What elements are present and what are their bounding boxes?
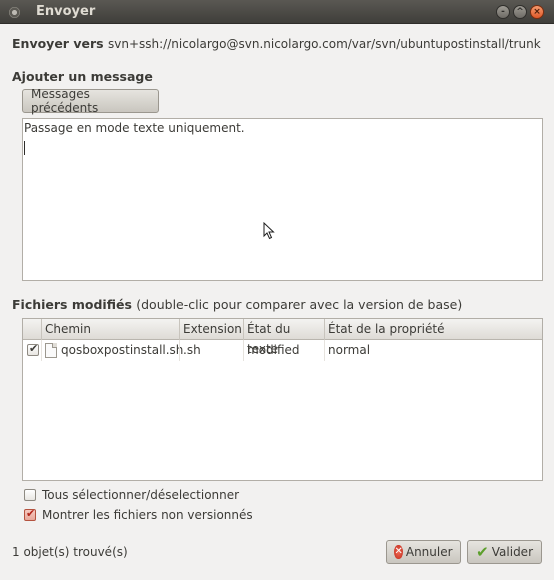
column-header-property-status[interactable]: État de la propriété bbox=[324, 319, 542, 340]
row-checkbox[interactable]: ✔ bbox=[27, 342, 39, 356]
column-header-check[interactable] bbox=[23, 319, 41, 340]
column-header-text-status[interactable]: État du texte bbox=[243, 319, 324, 356]
show-unversioned-option[interactable]: ✔ Montrer les fichiers non versionnés bbox=[24, 507, 253, 522]
select-all-label: Tous sélectionner/déselectionner bbox=[42, 488, 240, 502]
column-header-extension[interactable]: Extension bbox=[179, 319, 243, 340]
select-all-option[interactable]: Tous sélectionner/déselectionner bbox=[24, 488, 239, 502]
ok-label: Valider bbox=[491, 545, 533, 559]
row-path: qosboxpostinstall.sh bbox=[61, 343, 184, 357]
row-text-status: modified bbox=[243, 340, 324, 361]
table-row[interactable]: ✔ qosboxpostinstall.sh .sh modified norm… bbox=[23, 340, 542, 361]
message-heading: Ajouter un message bbox=[12, 69, 153, 84]
cancel-button[interactable]: ✕ Annuler bbox=[386, 540, 461, 564]
row-path-cell: qosboxpostinstall.sh bbox=[41, 340, 183, 361]
checkmark-icon: ✔ bbox=[26, 507, 36, 520]
app-icon bbox=[9, 7, 20, 18]
minimize-button[interactable]: - bbox=[496, 5, 510, 19]
message-textarea[interactable]: Passage en mode texte uniquement. bbox=[22, 118, 543, 281]
select-all-checkbox[interactable] bbox=[24, 489, 36, 501]
files-heading-hint: (double-clic pour comparer avec la versi… bbox=[136, 297, 463, 312]
status-count: 1 objet(s) trouvé(s) bbox=[12, 545, 128, 559]
cancel-icon: ✕ bbox=[394, 545, 403, 559]
files-table[interactable]: Chemin Extension État du texte État de l… bbox=[22, 318, 543, 481]
files-heading-title: Fichiers modifiés bbox=[12, 297, 132, 312]
window-title: Envoyer bbox=[36, 4, 96, 19]
table-header: Chemin Extension État du texte État de l… bbox=[23, 319, 542, 356]
maximize-button[interactable]: ^ bbox=[513, 5, 527, 19]
message-text: Passage en mode texte uniquement. bbox=[24, 121, 245, 135]
column-header-path[interactable]: Chemin bbox=[41, 319, 179, 340]
text-caret bbox=[24, 141, 25, 155]
file-icon bbox=[45, 343, 57, 358]
show-unversioned-label: Montrer les fichiers non versionnés bbox=[42, 508, 253, 522]
mouse-pointer-icon bbox=[263, 222, 275, 240]
row-check-cell: ✔ bbox=[23, 340, 41, 361]
show-unversioned-checkbox[interactable]: ✔ bbox=[24, 507, 36, 521]
previous-messages-button[interactable]: Messages précédents bbox=[22, 87, 159, 115]
checkmark-icon: ✔ bbox=[476, 543, 489, 561]
send-to-url: svn+ssh://nicolargo@svn.nicolargo.com/va… bbox=[108, 37, 541, 51]
title-bar[interactable]: Envoyer - ^ × bbox=[0, 0, 554, 24]
row-property-status: normal bbox=[324, 340, 542, 361]
ok-button[interactable]: ✔ Valider bbox=[467, 540, 542, 564]
files-heading: Fichiers modifiés (double-clic pour comp… bbox=[12, 297, 462, 312]
row-extension: .sh bbox=[179, 340, 243, 361]
commit-dialog: Envoyer - ^ × Envoyer vers svn+ssh://nic… bbox=[0, 0, 554, 580]
send-to-label: Envoyer vers bbox=[12, 36, 104, 51]
cancel-label: Annuler bbox=[405, 545, 453, 559]
checkmark-icon: ✔ bbox=[29, 342, 39, 355]
close-button[interactable]: × bbox=[530, 5, 544, 19]
